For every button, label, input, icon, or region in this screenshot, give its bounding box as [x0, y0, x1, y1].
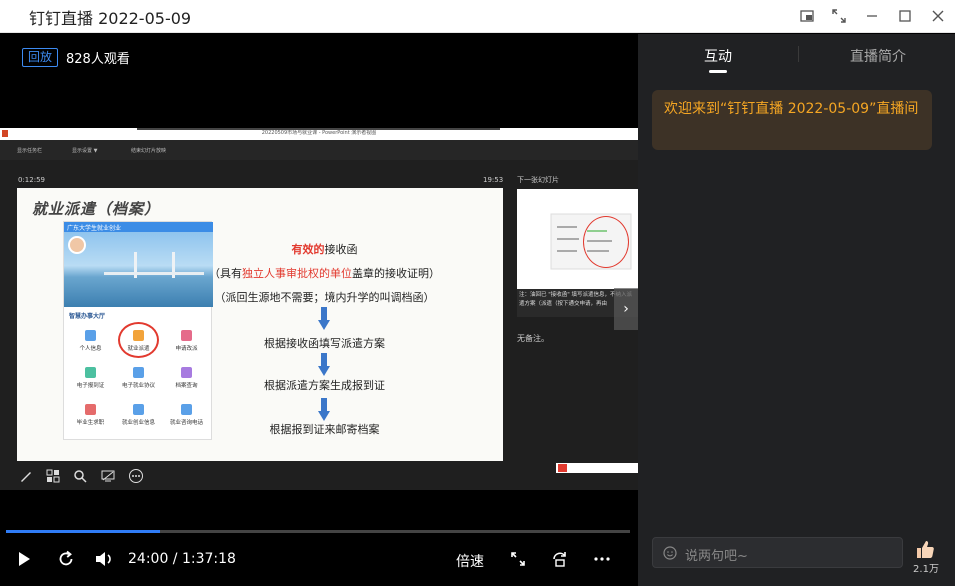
flow-line-3: （派回生源地不需要；境内升学的叫调档函）	[214, 291, 435, 304]
grid-item-e-agreement: 电子就业协议	[116, 367, 161, 389]
down-arrow-icon	[318, 307, 330, 331]
like-button[interactable]: 2.1万	[910, 538, 940, 578]
phone-header: 广东大学生就业创业	[64, 222, 213, 232]
welcome-message: 欢迎来到“钉钉直播 2022-05-09”直播间	[652, 90, 932, 150]
ppt-tool-taskbar: 显示任务栏	[17, 148, 43, 154]
chat-input-placeholder: 说两句吧~	[685, 549, 748, 564]
ppt-tool-display: 显示设置 ▼	[72, 148, 98, 154]
flow-step-3: 根据报到证来邮寄档案	[269, 423, 380, 436]
progress-bar[interactable]	[6, 530, 630, 533]
emoji-icon[interactable]	[663, 546, 677, 560]
close-icon[interactable]	[928, 6, 948, 26]
more-options-icon	[128, 468, 144, 484]
slide-title: 就业派遣（档案）	[32, 200, 161, 218]
thumbs-up-icon	[917, 541, 934, 558]
phone-header-text: 广东大学生就业创业	[67, 225, 122, 232]
slides-grid-icon	[45, 468, 61, 484]
grid-item-employment-info: 就业创业信息	[116, 404, 161, 426]
windows-taskbar	[556, 463, 638, 473]
phone-screenshot: 广东大学生就业创业 智慧办事大厅 个人信息 就业派遣 申请改派 电子报到证 电子…	[63, 221, 213, 440]
zoom-icon	[72, 468, 88, 484]
chat-input[interactable]: 说两句吧~	[652, 537, 903, 568]
grid-item-job-seeking: 毕业生求职	[68, 404, 113, 426]
down-arrow-icon	[318, 398, 330, 422]
time-display: 24:00 / 1:37:18	[128, 551, 236, 567]
ppt-clock: 19:53	[483, 176, 504, 184]
current-slide: 就业派遣（档案） 广东大学生就业创业 智慧办事大厅 个人信息 就业派遣 申请改派	[17, 188, 503, 461]
minimize-icon[interactable]	[862, 6, 882, 26]
flow-step-2: 根据派遣方案生成报到证	[264, 379, 385, 392]
phone-banner-image	[64, 232, 213, 307]
tab-intro[interactable]: 直播简介	[850, 46, 906, 66]
play-icon[interactable]	[13, 548, 35, 570]
volume-icon[interactable]	[93, 548, 115, 570]
tab-active-indicator	[709, 70, 727, 73]
picture-in-picture-icon[interactable]	[797, 6, 817, 26]
bridge-deck	[104, 272, 204, 275]
ppt-bottom-tools	[18, 468, 158, 486]
ppt-window-bar: 20220509市场与就业课 - PowerPoint 演示者视图	[0, 128, 638, 140]
chevron-right-icon[interactable]: ›	[614, 288, 638, 330]
title-bar: 钉钉直播 2022-05-09	[0, 0, 955, 33]
video-player[interactable]: 回放 828人观看 20220509市场与就业课 - PowerPoint 演示…	[0, 34, 638, 586]
side-tabs: 互动 直播简介	[638, 34, 955, 76]
tab-interact[interactable]: 互动	[704, 46, 732, 66]
fullscreen-icon[interactable]	[829, 6, 849, 26]
tab-divider	[798, 46, 799, 62]
screen-icon	[100, 468, 116, 484]
down-arrow-icon	[318, 353, 330, 377]
fullscreen-icon[interactable]	[507, 548, 529, 570]
window-title: 钉钉直播 2022-05-09	[29, 9, 192, 28]
ppt-toolbar: 显示任务栏 显示设置 ▼ 结束幻灯片放映	[0, 140, 638, 160]
more-icon[interactable]	[591, 548, 613, 570]
viewer-count: 828人观看	[66, 52, 130, 67]
ppt-notes: 无备注。	[517, 334, 549, 343]
pen-icon	[18, 468, 34, 484]
rotate-screen-icon[interactable]	[549, 548, 571, 570]
speed-button[interactable]: 倍速	[456, 551, 484, 571]
replay-icon[interactable]	[55, 548, 77, 570]
flow-line-1: 有效的接收函	[291, 243, 358, 256]
avatar	[68, 236, 86, 254]
ppt-elapsed-time: 0:12:59	[18, 176, 45, 184]
maximize-icon[interactable]	[895, 6, 915, 26]
flow-line-2: （具有独立人事审批权的单位盖章的接收证明）	[209, 267, 440, 280]
shared-screen: 20220509市场与就业课 - PowerPoint 演示者视图 显示任务栏 …	[0, 128, 638, 490]
ppt-top-strip	[137, 128, 500, 130]
grid-item-e-report: 电子报到证	[68, 367, 113, 389]
highlight-circle	[118, 322, 159, 358]
player-controls: 24:00 / 1:37:18 倍速	[0, 544, 638, 576]
flow-step-1: 根据接收函填写派遣方案	[264, 337, 385, 350]
ppt-tool-end-show: 结束幻灯片放映	[131, 148, 167, 154]
ppt-next-slide-label: 下一张幻灯片	[517, 176, 559, 184]
app-window: 钉钉直播 2022-05-09 回放 828人观看 20220509市场与就业课…	[0, 0, 955, 586]
side-panel: 互动 直播简介 欢迎来到“钉钉直播 2022-05-09”直播间 说两句吧~ 2…	[638, 34, 955, 586]
process-flow: 有效的接收函 （具有独立人事审批权的单位盖章的接收证明） （派回生源地不需要；境…	[202, 188, 447, 461]
progress-fill	[6, 530, 161, 533]
ppt-window-title: 20220509市场与就业课 - PowerPoint 演示者视图	[261, 130, 377, 136]
like-count: 2.1万	[913, 564, 939, 575]
thumb-highlight-circle	[583, 216, 629, 268]
phone-section-title: 智慧办事大厅	[69, 313, 106, 320]
replay-badge: 回放	[22, 48, 59, 67]
grid-item-personal-info: 个人信息	[68, 330, 113, 352]
next-slide-thumbnail	[517, 189, 638, 289]
